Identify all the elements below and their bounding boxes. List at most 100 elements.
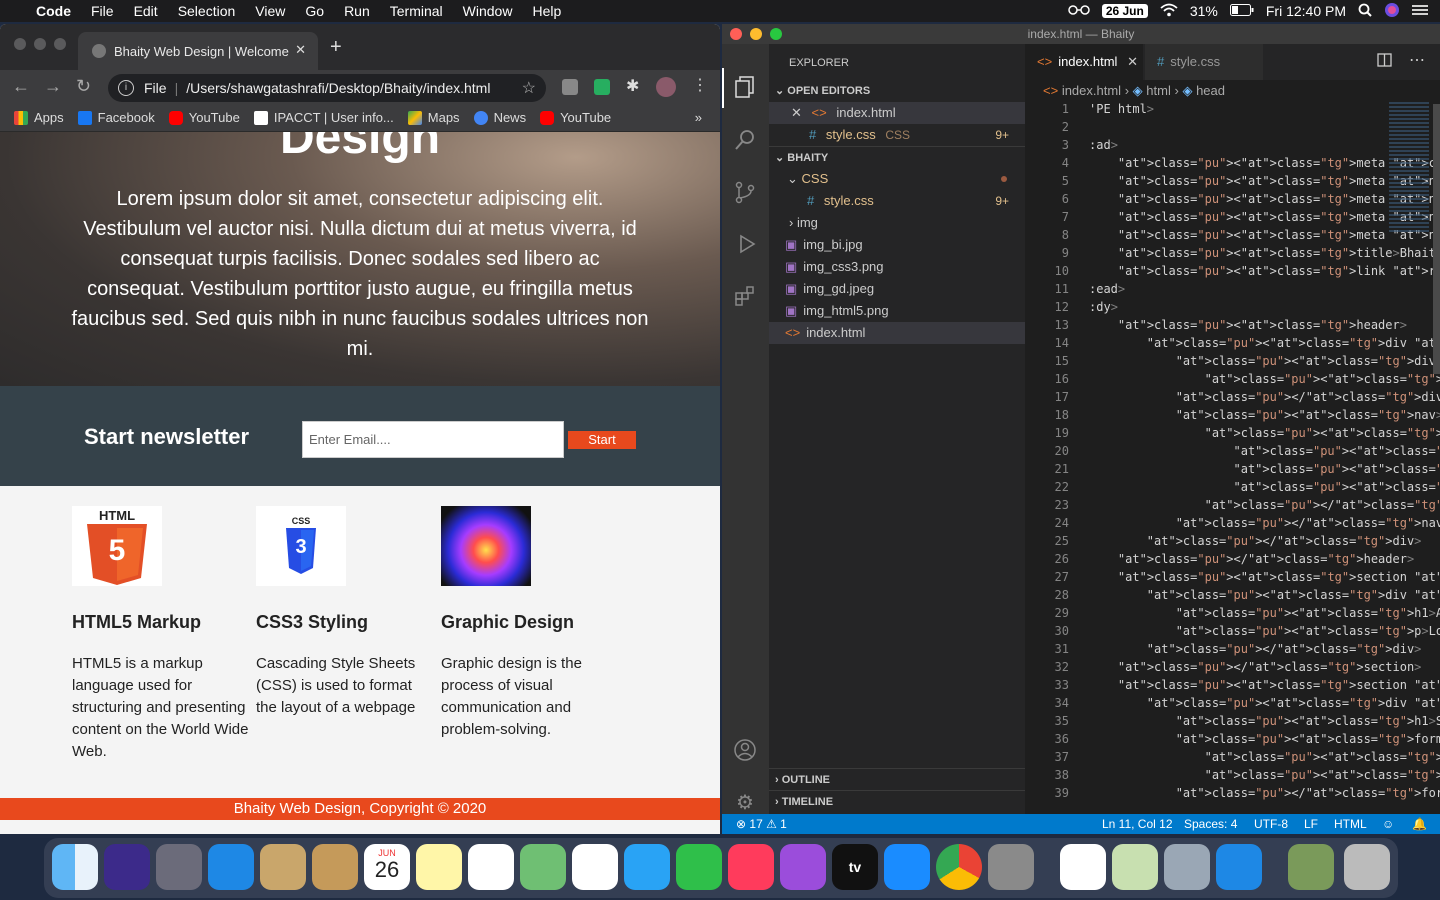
battery-icon[interactable] bbox=[1229, 3, 1254, 19]
dock-facetime-icon[interactable] bbox=[676, 844, 722, 890]
tree-folder-css[interactable]: ⌄ CSS bbox=[769, 168, 1025, 190]
problems-count[interactable]: ⊗ 17 ⚠ 1 bbox=[736, 814, 787, 834]
tree-folder-img[interactable]: › img bbox=[769, 212, 1025, 234]
language-mode[interactable]: HTML bbox=[1334, 814, 1367, 834]
extension-cube-icon[interactable] bbox=[562, 79, 578, 95]
dock-image-capture-icon[interactable] bbox=[1164, 844, 1210, 890]
more-actions-icon[interactable]: ⋯ bbox=[1409, 50, 1425, 70]
menu-selection[interactable]: Selection bbox=[168, 3, 246, 19]
open-editor-style-css[interactable]: # style.css CSS 9+ bbox=[769, 124, 1025, 146]
menu-app-name[interactable]: Code bbox=[26, 3, 81, 19]
open-editors-section[interactable]: ⌄ OPEN EDITORS bbox=[769, 80, 1025, 102]
tree-file-index-html[interactable]: <> index.html bbox=[769, 322, 1025, 344]
dock-chrome-icon[interactable] bbox=[936, 844, 982, 890]
extensions-puzzle-icon[interactable]: ✱ bbox=[626, 76, 642, 95]
address-bar[interactable]: i File | /Users/shawgatashrafi/Desktop/B… bbox=[108, 74, 546, 102]
back-arrow-icon[interactable]: ← bbox=[12, 76, 30, 97]
notifications-bell-icon[interactable]: 🔔 bbox=[1412, 814, 1427, 834]
tree-file-img-gd[interactable]: ▣ img_gd.jpeg bbox=[769, 278, 1025, 300]
email-input[interactable]: Enter Email.... bbox=[302, 421, 564, 458]
dock-app-store-icon[interactable] bbox=[884, 844, 930, 890]
dock-mail-icon[interactable] bbox=[260, 844, 306, 890]
window-minimize-button[interactable] bbox=[34, 38, 46, 50]
clock[interactable]: Fri 12:40 PM bbox=[1266, 3, 1346, 19]
bookmark-facebook[interactable]: Facebook bbox=[77, 110, 155, 125]
close-icon[interactable]: ✕ bbox=[1127, 54, 1138, 69]
breadcrumb-item[interactable]: html bbox=[1146, 83, 1171, 98]
dock-notes-icon[interactable] bbox=[416, 844, 462, 890]
bookmark-apps[interactable]: Apps bbox=[14, 110, 64, 125]
bookmark-news[interactable]: News bbox=[473, 110, 526, 125]
control-center-icon[interactable] bbox=[1412, 3, 1428, 19]
extension-mail-icon[interactable] bbox=[594, 79, 610, 95]
window-close-button[interactable] bbox=[730, 28, 742, 40]
tab-index-html[interactable]: <> index.html ✕ bbox=[1025, 44, 1143, 80]
open-editor-index-html[interactable]: ✕ <> index.html bbox=[769, 102, 1025, 124]
window-zoom-button[interactable] bbox=[770, 28, 782, 40]
tree-file-img-html5[interactable]: ▣ img_html5.png bbox=[769, 300, 1025, 322]
vertical-scrollbar[interactable] bbox=[1433, 104, 1440, 374]
account-icon[interactable] bbox=[733, 738, 757, 762]
reload-icon[interactable]: ↻ bbox=[76, 76, 91, 97]
chrome-menu-icon[interactable]: ⋮ bbox=[692, 75, 708, 94]
outline-section[interactable]: › OUTLINE bbox=[769, 768, 1025, 790]
search-icon[interactable] bbox=[733, 128, 757, 152]
new-tab-plus-icon[interactable]: + bbox=[330, 36, 342, 59]
dock-archive-icon[interactable] bbox=[1288, 844, 1334, 890]
menu-view[interactable]: View bbox=[245, 3, 295, 19]
bookmark-maps[interactable]: Maps bbox=[407, 110, 460, 125]
menu-file[interactable]: File bbox=[81, 3, 124, 19]
start-button[interactable]: Start bbox=[568, 431, 636, 449]
window-close-button[interactable] bbox=[14, 38, 26, 50]
dock-reminders-icon[interactable] bbox=[468, 844, 514, 890]
bookmark-star-icon[interactable]: ☆ bbox=[522, 78, 536, 98]
line-ending[interactable]: LF bbox=[1304, 814, 1318, 834]
profile-avatar[interactable] bbox=[656, 77, 676, 97]
dock-safari-icon[interactable] bbox=[208, 844, 254, 890]
minimap[interactable] bbox=[1385, 102, 1440, 814]
bookmark-ipacct[interactable]: IPACCT | User info... bbox=[253, 110, 394, 125]
dock-messages-icon[interactable] bbox=[624, 844, 670, 890]
date-badge[interactable]: 26 Jun bbox=[1101, 4, 1148, 18]
explorer-files-icon[interactable] bbox=[733, 74, 757, 98]
cursor-position[interactable]: Ln 11, Col 12 bbox=[1102, 814, 1173, 834]
feedback-icon[interactable]: ☺ bbox=[1382, 814, 1394, 834]
timeline-section[interactable]: › TIMELINE bbox=[769, 790, 1025, 812]
dock-trash-icon[interactable] bbox=[1344, 844, 1390, 890]
tree-file-img-bi[interactable]: ▣ img_bi.jpg bbox=[769, 234, 1025, 256]
window-zoom-button[interactable] bbox=[54, 38, 66, 50]
run-debug-icon[interactable] bbox=[733, 232, 757, 256]
bookmark-youtube[interactable]: YouTube bbox=[168, 110, 240, 125]
dock-music-icon[interactable] bbox=[728, 844, 774, 890]
dock-calendar-icon[interactable]: JUN 26 bbox=[364, 844, 410, 890]
info-icon[interactable]: i bbox=[118, 80, 134, 96]
window-minimize-button[interactable] bbox=[750, 28, 762, 40]
tree-file-style-css[interactable]: # style.css 9+ bbox=[769, 190, 1025, 212]
dock-system-preferences-icon[interactable] bbox=[988, 844, 1034, 890]
browser-tab[interactable]: Bhaity Web Design | Welcome ✕ bbox=[78, 32, 318, 70]
bookmarks-overflow-icon[interactable]: » bbox=[695, 110, 702, 125]
dock-contacts-icon[interactable] bbox=[312, 844, 358, 890]
dock-finder-icon[interactable] bbox=[52, 844, 98, 890]
dock-preview-icon[interactable] bbox=[1112, 844, 1158, 890]
dock-maps-icon[interactable] bbox=[520, 844, 566, 890]
bhaity-folder-section[interactable]: ⌄ BHAITY bbox=[769, 146, 1025, 168]
menu-terminal[interactable]: Terminal bbox=[380, 3, 453, 19]
encoding[interactable]: UTF-8 bbox=[1254, 814, 1288, 834]
bookmark-youtube-2[interactable]: YouTube bbox=[540, 110, 611, 125]
menu-edit[interactable]: Edit bbox=[124, 3, 168, 19]
glasses-icon[interactable] bbox=[1068, 3, 1090, 19]
indentation[interactable]: Spaces: 4 bbox=[1184, 814, 1237, 834]
forward-arrow-icon[interactable]: → bbox=[44, 76, 62, 97]
dock-siri-icon[interactable] bbox=[104, 844, 150, 890]
code-editor[interactable]: 1 'PE html> 2 3:ad> 4 "at">class="pu"><"at">… bbox=[1025, 102, 1440, 814]
siri-icon[interactable] bbox=[1384, 2, 1400, 21]
extensions-icon[interactable] bbox=[733, 284, 757, 308]
wifi-icon[interactable] bbox=[1160, 3, 1178, 20]
dock-photos-icon[interactable] bbox=[572, 844, 618, 890]
menu-help[interactable]: Help bbox=[522, 3, 571, 19]
dock-launchpad-icon[interactable] bbox=[156, 844, 202, 890]
dock-tv-icon[interactable]: tv bbox=[832, 844, 878, 890]
breadcrumb-item[interactable]: head bbox=[1196, 83, 1225, 98]
menu-window[interactable]: Window bbox=[453, 3, 523, 19]
